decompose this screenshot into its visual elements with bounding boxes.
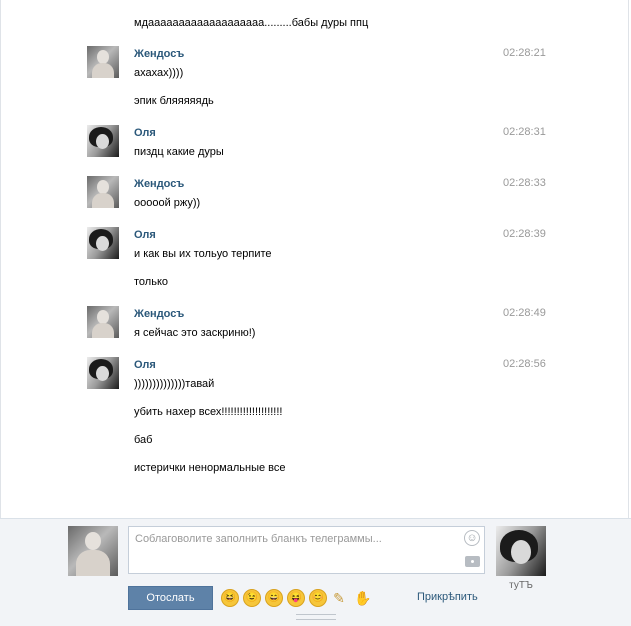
message-text: мдааааааааааааааааааа.........бабы дуры … <box>134 17 369 29</box>
message-text: ооооой ржу)) <box>134 197 201 209</box>
message-time[interactable]: 02:28:21 <box>503 46 546 60</box>
avatar-olya[interactable] <box>87 125 119 157</box>
camera-icon[interactable] <box>465 556 480 567</box>
avatar-olya[interactable] <box>87 227 119 259</box>
message-time[interactable]: 02:28:56 <box>503 357 546 371</box>
resize-handle[interactable] <box>296 614 336 620</box>
smile-emoji-icon[interactable]: 😊 <box>309 589 327 607</box>
message-time[interactable]: 02:28:49 <box>503 306 546 320</box>
grin-emoji-icon[interactable]: 😄 <box>265 589 283 607</box>
message-author[interactable]: Оля <box>134 228 156 242</box>
message-text: пиздц какие дуры <box>134 146 224 158</box>
clap-emoji-icon[interactable]: ✋ <box>354 589 372 607</box>
history-border-left <box>0 0 1 518</box>
message-time[interactable]: 02:28:31 <box>503 125 546 139</box>
peer-avatar[interactable] <box>496 526 546 576</box>
smile-icon[interactable]: ☺ <box>464 530 480 546</box>
message-author[interactable]: Жендосъ <box>134 47 184 61</box>
message-text: эпик бляяяяядь <box>134 95 214 107</box>
pencil-emoji-icon[interactable]: ✎ <box>331 589 347 607</box>
wink-emoji-icon[interactable]: 😉 <box>243 589 261 607</box>
message-text: и как вы их тольуо терпите <box>134 248 272 260</box>
avatar-zhendos[interactable] <box>87 306 119 338</box>
avatar-zhendos[interactable] <box>87 176 119 208</box>
attach-link[interactable]: Прикрѣпить <box>417 591 478 603</box>
message-author[interactable]: Жендосъ <box>134 177 184 191</box>
message-text: баб <box>134 434 153 446</box>
message-author[interactable]: Оля <box>134 358 156 372</box>
tongue-emoji-icon[interactable]: 😝 <box>287 589 305 607</box>
message-input-placeholder: Соблаговолите заполнить бланкъ телеграмм… <box>135 533 382 545</box>
message-author[interactable]: Оля <box>134 126 156 140</box>
my-avatar[interactable] <box>68 526 118 576</box>
send-button[interactable]: Отослать <box>128 586 213 610</box>
history-border-right <box>628 0 629 518</box>
message-text: только <box>134 276 168 288</box>
message-author[interactable]: Жендосъ <box>134 307 184 321</box>
message-history[interactable]: мдааааааааааааааааааа.........бабы дуры … <box>0 0 631 518</box>
message-text: убить нахер всех!!!!!!!!!!!!!!!!!!!! <box>134 406 283 418</box>
message-text: истерички ненормальные все <box>134 462 286 474</box>
message-time[interactable]: 02:28:39 <box>503 227 546 241</box>
message-input[interactable]: Соблаговолите заполнить бланкъ телеграмм… <box>128 526 485 574</box>
peer-name[interactable]: туТЪ <box>496 580 546 591</box>
message-text: ахахах)))) <box>134 67 184 79</box>
message-text: я сейчас это заскриню!) <box>134 327 256 339</box>
message-text: ))))))))))))))тавай <box>134 378 215 390</box>
laughing-emoji-icon[interactable]: 😆 <box>221 589 239 607</box>
avatar-zhendos[interactable] <box>87 46 119 78</box>
message-time[interactable]: 02:28:33 <box>503 176 546 190</box>
avatar-olya[interactable] <box>87 357 119 389</box>
